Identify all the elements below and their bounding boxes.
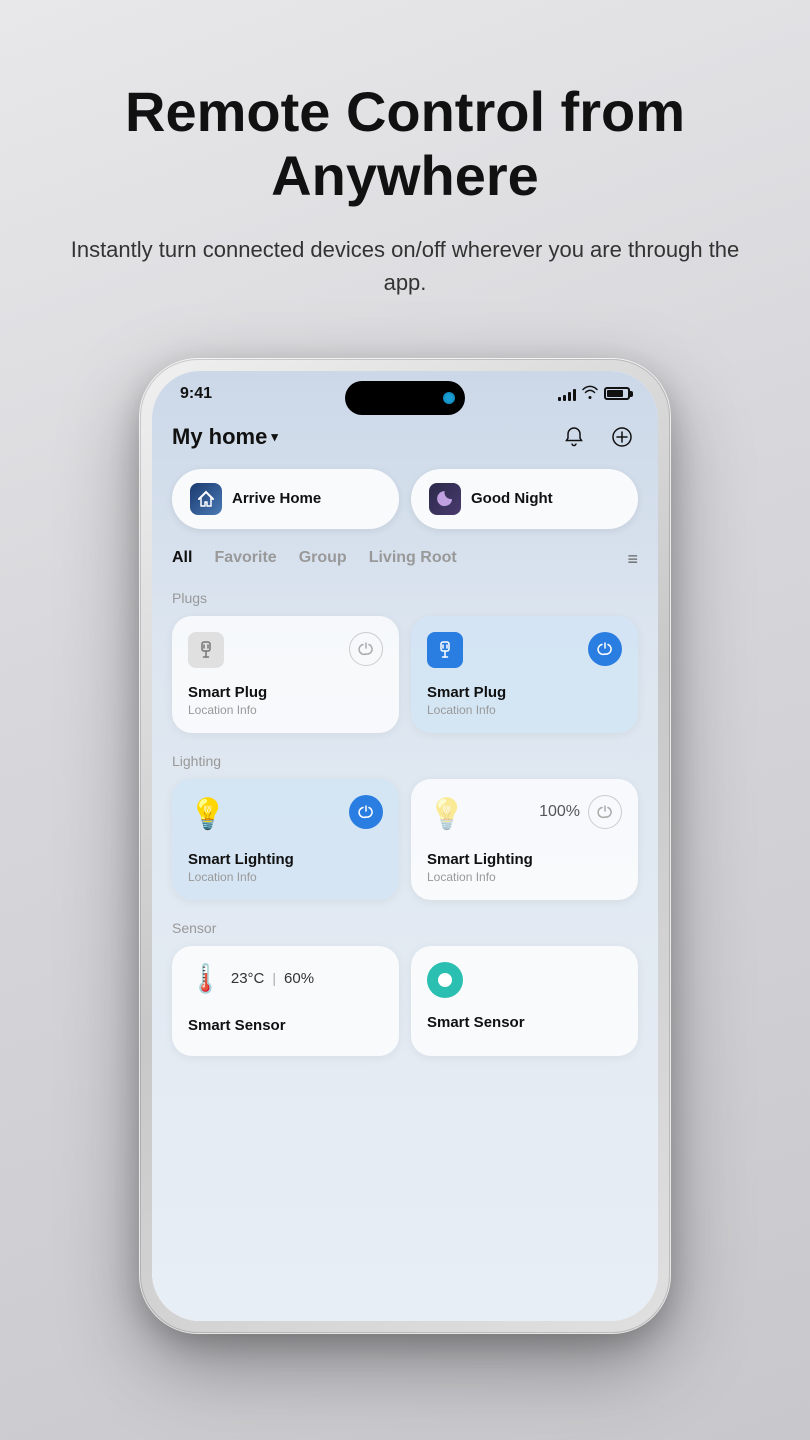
sensor-teal-dot	[438, 973, 452, 987]
plug-on-name: Smart Plug	[427, 684, 622, 701]
tab-group[interactable]: Group	[299, 549, 347, 569]
good-night-label: Good Night	[471, 490, 553, 507]
sensor-teal-icon	[427, 962, 463, 998]
light-percent: 100%	[539, 803, 580, 821]
sensor-grid: 🌡️ 23°C | 60% Smart Sensor	[172, 946, 638, 1056]
plug-on-card-top	[427, 632, 622, 668]
device-card-sensor-temp[interactable]: 🌡️ 23°C | 60% Smart Sensor	[172, 946, 399, 1056]
light-on-power-button[interactable]	[349, 795, 383, 829]
plug-off-location: Location Info	[188, 703, 383, 717]
page-header: Remote Control from Anywhere Instantly t…	[0, 0, 810, 329]
category-sensor: Sensor	[172, 920, 638, 936]
light-on-location: Location Info	[188, 870, 383, 884]
signal-bar-4	[573, 389, 576, 401]
plug-on-location: Location Info	[427, 703, 622, 717]
lighting-grid: 💡 Smart Lighting Location	[172, 779, 638, 900]
light-off-location: Location Info	[427, 870, 622, 884]
bulb-on-icon: 💡	[189, 797, 226, 832]
tab-favorite[interactable]: Favorite	[214, 549, 276, 569]
plug-off-icon	[188, 632, 224, 668]
light-on-name: Smart Lighting	[188, 851, 383, 868]
status-time: 9:41	[180, 385, 212, 403]
status-bar: 9:41	[152, 371, 658, 403]
plug-on-icon	[427, 632, 463, 668]
home-title-group[interactable]: My home ▾	[172, 424, 278, 450]
plug-on-power-button[interactable]	[588, 632, 622, 666]
good-night-button[interactable]: Good Night	[411, 469, 638, 529]
wifi-icon	[582, 385, 598, 402]
light-off-name: Smart Lighting	[427, 851, 622, 868]
sensor-teal-name: Smart Sensor	[427, 1014, 622, 1031]
page-title: Remote Control from Anywhere	[60, 80, 750, 209]
light-off-card-top: 💡 100%	[427, 795, 622, 835]
phone-outer: 9:41	[140, 359, 670, 1333]
notification-button[interactable]	[558, 421, 590, 453]
sensor-separator: |	[272, 970, 276, 986]
sensor-temp-card-top: 🌡️ 23°C | 60%	[188, 962, 383, 1001]
category-plugs: Plugs	[172, 590, 638, 606]
signal-bar-2	[563, 395, 566, 401]
signal-bar-1	[558, 397, 561, 401]
plugs-grid: Smart Plug Location Info	[172, 616, 638, 733]
light-off-right: 100%	[539, 795, 622, 829]
plug-off-card-top	[188, 632, 383, 668]
page-subtitle: Instantly turn connected devices on/off …	[60, 233, 750, 299]
add-button[interactable]	[606, 421, 638, 453]
device-card-plug-on[interactable]: Smart Plug Location Info	[411, 616, 638, 733]
chevron-down-icon: ▾	[271, 429, 278, 445]
battery-icon	[604, 387, 630, 400]
arrive-home-label: Arrive Home	[232, 490, 321, 507]
signal-bars-icon	[558, 387, 576, 401]
tab-living-root[interactable]: Living Root	[369, 549, 457, 569]
sensor-temp-name: Smart Sensor	[188, 1017, 383, 1034]
nav-icons	[558, 421, 638, 453]
dynamic-island-dot	[443, 392, 455, 404]
status-icons	[558, 385, 630, 402]
device-card-sensor-teal[interactable]: Smart Sensor	[411, 946, 638, 1056]
humidity-value: 60%	[284, 970, 314, 987]
quick-actions: Arrive Home Good Night	[172, 469, 638, 529]
light-off-power-button[interactable]	[588, 795, 622, 829]
light-on-icon: 💡	[188, 795, 228, 835]
battery-fill	[607, 390, 623, 397]
light-on-card-top: 💡	[188, 795, 383, 835]
bulb-off-icon: 💡	[428, 797, 465, 832]
tab-all[interactable]: All	[172, 549, 192, 569]
signal-bar-3	[568, 392, 571, 401]
app-content: My home ▾	[152, 403, 658, 1096]
home-title-text: My home	[172, 424, 267, 450]
sensor-teal-card-top	[427, 962, 622, 998]
dynamic-island	[345, 381, 465, 415]
device-card-plug-off[interactable]: Smart Plug Location Info	[172, 616, 399, 733]
plug-off-name: Smart Plug	[188, 684, 383, 701]
phone-inner: 9:41	[152, 371, 658, 1321]
device-card-light-off[interactable]: 💡 100%	[411, 779, 638, 900]
plug-off-power-button[interactable]	[349, 632, 383, 666]
arrive-home-icon	[190, 483, 222, 515]
good-night-icon	[429, 483, 461, 515]
category-lighting: Lighting	[172, 753, 638, 769]
device-card-light-on[interactable]: 💡 Smart Lighting Location	[172, 779, 399, 900]
filter-tabs: All Favorite Group Living Root ≡	[172, 549, 638, 574]
tabs-menu-icon[interactable]: ≡	[627, 549, 638, 570]
light-off-icon: 💡	[427, 795, 467, 835]
arrive-home-button[interactable]: Arrive Home	[172, 469, 399, 529]
phone-mockup: 9:41	[140, 359, 670, 1333]
temp-value: 23°C	[231, 970, 265, 987]
sensor-temp-row: 🌡️ 23°C | 60%	[188, 962, 314, 995]
thermometer-icon: 🌡️	[188, 962, 223, 995]
top-nav: My home ▾	[172, 413, 638, 469]
phone-screen: 9:41	[152, 371, 658, 1321]
